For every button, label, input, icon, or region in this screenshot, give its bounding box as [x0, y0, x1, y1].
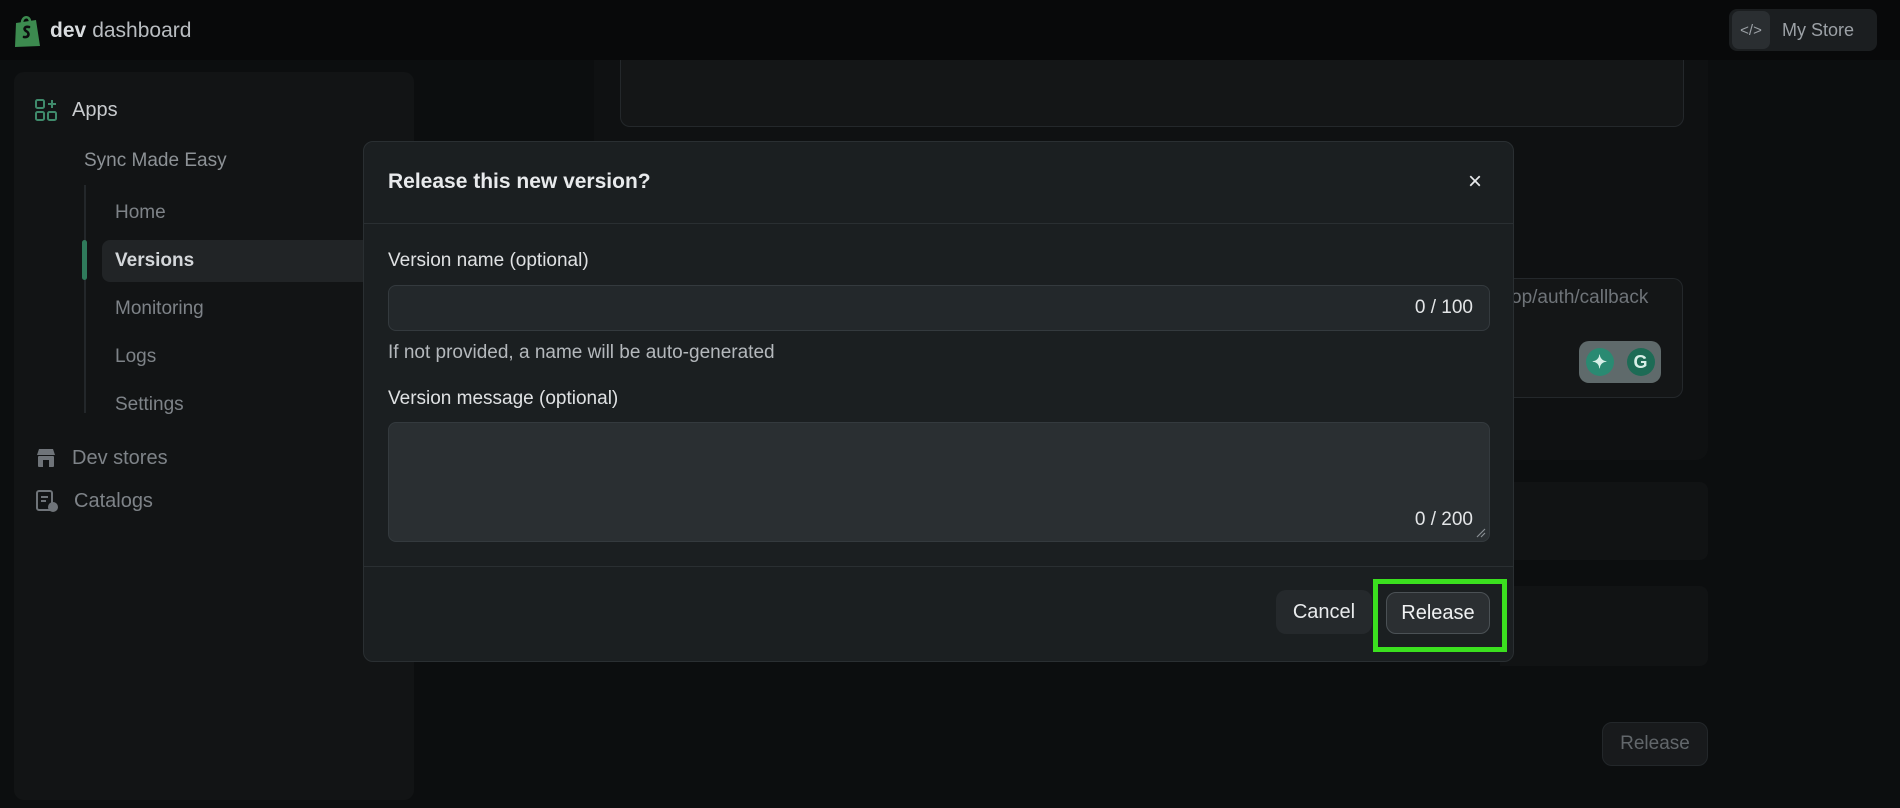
dialog-footer-divider — [364, 566, 1513, 567]
sidebar-item-monitoring[interactable]: Monitoring — [115, 298, 204, 320]
store-switcher-button[interactable]: </> My Store — [1729, 9, 1877, 51]
close-icon: × — [1467, 168, 1482, 195]
brand-bold: dev — [50, 19, 87, 42]
dialog-header: Release this new version? × — [364, 142, 1513, 224]
sidebar-item-home[interactable]: Home — [115, 202, 166, 224]
grammarly-icon[interactable]: G — [1626, 348, 1655, 376]
sidebar-item-apps[interactable]: Apps — [34, 98, 118, 122]
close-button[interactable]: × — [1457, 164, 1493, 200]
release-version-dialog: Release this new version? × Version name… — [363, 141, 1514, 662]
top-bar: dev dashboard </> My Store — [0, 0, 1900, 60]
brand[interactable]: dev dashboard — [12, 14, 191, 48]
resize-handle-icon[interactable] — [1476, 528, 1486, 538]
brand-rest: dashboard — [92, 19, 192, 42]
background-textarea[interactable] — [620, 60, 1684, 127]
brand-text: dev dashboard — [50, 19, 191, 43]
sidebar-item-label: Catalogs — [74, 489, 153, 512]
version-name-input[interactable]: 0 / 100 — [388, 285, 1490, 331]
store-label: My Store — [1782, 19, 1855, 40]
apps-icon — [35, 99, 57, 121]
catalog-icon — [36, 490, 58, 512]
version-message-counter: 0 / 200 — [1414, 509, 1473, 530]
version-message-label: Version message (optional) — [388, 388, 619, 409]
sidebar-item-logs[interactable]: Logs — [115, 346, 156, 368]
version-name-counter: 0 / 100 — [1414, 297, 1473, 318]
sidebar-item-label: Apps — [72, 98, 118, 121]
sidebar-item-catalogs[interactable]: Catalogs — [34, 488, 153, 514]
sidebar-item-versions[interactable]: Versions — [102, 240, 402, 282]
sidebar-item-dev-stores[interactable]: Dev stores — [34, 446, 168, 470]
version-name-label: Version name (optional) — [388, 250, 589, 271]
background-card — [1500, 482, 1708, 560]
code-icon: </> — [1732, 11, 1770, 49]
sidebar-item-settings[interactable]: Settings — [115, 394, 184, 416]
sidebar: Apps Sync Made Easy Home Versions Monito… — [14, 72, 414, 800]
dialog-title: Release this new version? — [388, 170, 651, 193]
version-message-textarea[interactable]: 0 / 200 — [388, 422, 1490, 542]
store-icon — [37, 449, 55, 467]
redirect-url-text: op/auth/callback — [1511, 287, 1649, 308]
grammarly-widget[interactable]: ✦ G — [1579, 341, 1661, 383]
tree-line — [84, 185, 86, 413]
release-button-highlight — [1373, 579, 1507, 652]
active-indicator — [82, 240, 87, 280]
sidebar-item-label: Dev stores — [72, 446, 168, 469]
background-release-button[interactable]: Release — [1602, 722, 1708, 766]
background-card — [1500, 586, 1708, 666]
lightbulb-icon[interactable]: ✦ — [1585, 348, 1614, 376]
shopify-bag-icon — [15, 16, 40, 47]
version-name-hint: If not provided, a name will be auto-gen… — [388, 342, 775, 363]
cancel-button[interactable]: Cancel — [1276, 590, 1372, 634]
app-name[interactable]: Sync Made Easy — [84, 150, 227, 172]
